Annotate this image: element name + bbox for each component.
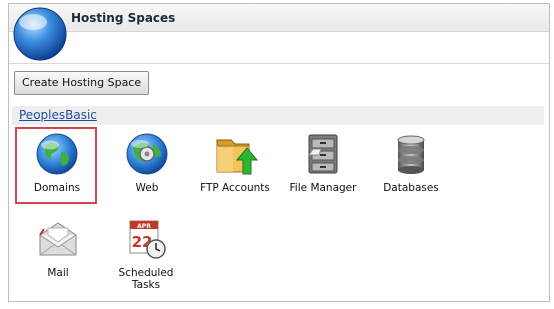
- tile-file-manager[interactable]: File Manager: [283, 130, 363, 194]
- tile-databases[interactable]: Databases: [371, 130, 451, 194]
- globe-icon: [36, 133, 78, 175]
- tile-ftp-accounts[interactable]: FTP Accounts: [195, 130, 275, 194]
- envelope-icon: [39, 222, 77, 256]
- folder-upload-icon: [216, 139, 259, 175]
- tile-domains[interactable]: Domains: [17, 130, 97, 194]
- create-hosting-space-button[interactable]: Create Hosting Space: [14, 71, 150, 95]
- tile-label-ftp-accounts: FTP Accounts: [200, 182, 270, 194]
- group-header: PeoplesBasic: [12, 106, 544, 125]
- toolbar-divider: [9, 63, 549, 64]
- calendar-month: APR: [137, 223, 151, 230]
- tile-label-databases: Databases: [383, 182, 439, 194]
- tile-label-scheduled-tasks: Scheduled Tasks: [118, 267, 174, 291]
- globe-badge-icon: [13, 7, 67, 61]
- file-cabinet-icon: [308, 134, 338, 174]
- group-link-peoplesbasic[interactable]: PeoplesBasic: [19, 108, 97, 122]
- hosting-spaces-panel: Hosting Spaces Create Hosting Space Peop…: [8, 3, 550, 302]
- database-icon: [397, 135, 425, 174]
- tile-label-domains: Domains: [33, 182, 81, 194]
- calendar-clock-icon: APR 22: [129, 220, 166, 259]
- tile-scheduled-tasks[interactable]: APR 22 Scheduled Tasks: [106, 215, 186, 291]
- panel-header: Hosting Spaces: [9, 4, 549, 32]
- panel-title: Hosting Spaces: [71, 11, 176, 25]
- tile-label-file-manager: File Manager: [289, 182, 357, 194]
- tile-mail[interactable]: Mail: [18, 215, 98, 279]
- tile-label-web: Web: [135, 182, 159, 194]
- globe-gear-icon: [126, 133, 168, 175]
- tile-label-mail: Mail: [47, 267, 69, 279]
- tile-web[interactable]: Web: [107, 130, 187, 194]
